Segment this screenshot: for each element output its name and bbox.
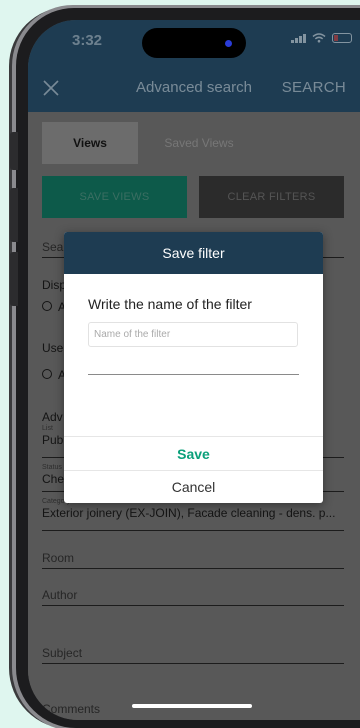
side-button [10,132,18,170]
status-time: 3:32 [72,32,103,49]
status-icons [291,33,352,43]
side-button [10,188,18,242]
tab-views[interactable]: Views [42,122,138,164]
dialog-prompt: Write the name of the filter [88,296,252,312]
author-field[interactable]: Author [42,588,344,606]
room-field[interactable]: Room [42,551,344,569]
camera-dot [225,40,232,47]
subject-field-label: Subject [42,646,83,660]
divider [88,374,299,375]
subject-field[interactable]: Subject [42,646,344,664]
use-section-label: Use [42,341,64,355]
room-field-label: Room [42,551,75,565]
clear-filters-button[interactable]: CLEAR FILTERS [199,176,344,218]
author-field-label: Author [42,588,78,602]
save-views-button[interactable]: SAVE VIEWS [42,176,187,218]
filter-name-input[interactable] [88,322,298,347]
cancel-button[interactable]: Cancel [64,471,323,503]
dialog-title: Save filter [64,232,323,274]
app-bar: Advanced search SEARCH [28,64,360,112]
category-field-value: Exterior joinery (EX-JOIN), Facade clean… [42,505,336,520]
status-bar: 3:32 [28,20,360,64]
dynamic-island [142,28,246,58]
signal-icon [291,33,306,43]
save-button[interactable]: Save [64,437,323,470]
side-button [10,252,18,306]
home-indicator[interactable] [132,704,252,708]
wifi-icon [312,33,326,43]
use-radio[interactable] [42,369,52,379]
display-radio[interactable] [42,301,52,311]
display-section-label: Disp [42,278,67,292]
battery-icon [332,33,352,43]
tab-saved-views[interactable]: Saved Views [144,122,254,164]
screen: 3:32 Advanced search SEARCH Views Saved … [28,20,360,720]
search-button[interactable]: SEARCH [282,79,346,96]
advanced-section-label: Adv [42,410,63,424]
save-filter-dialog: Save filter Write the name of the filter… [64,232,323,503]
